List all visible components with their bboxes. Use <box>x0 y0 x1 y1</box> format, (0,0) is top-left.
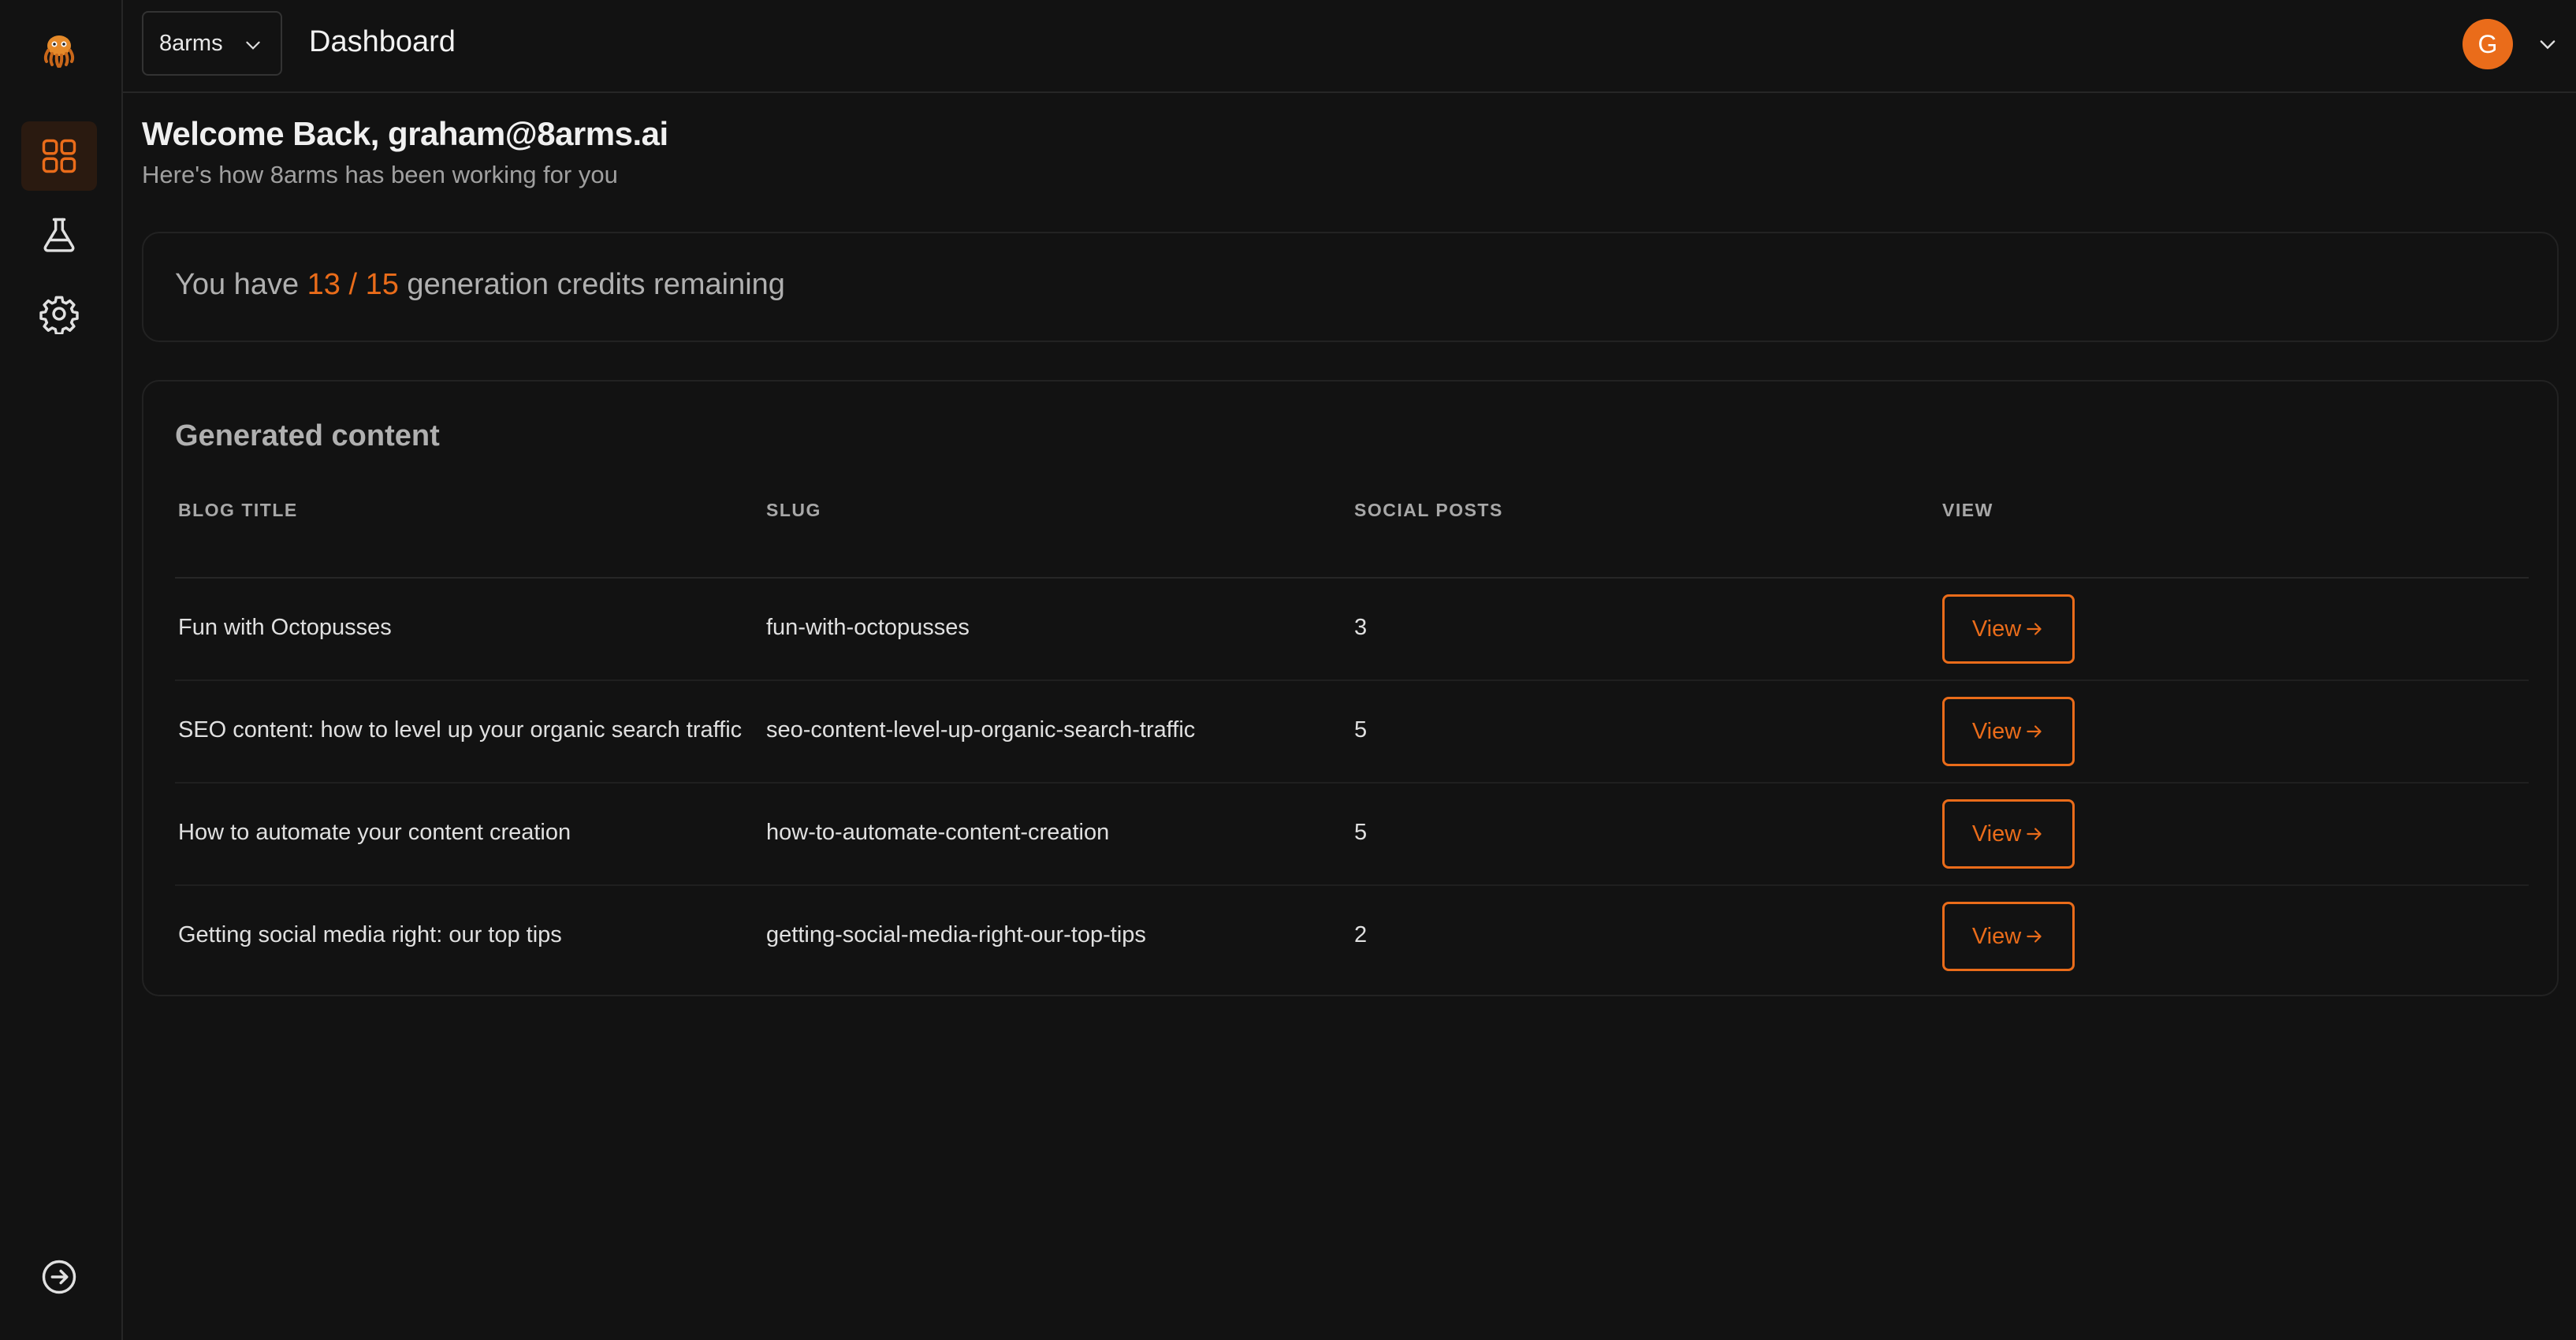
column-header-social-posts: SOCIAL POSTS <box>1354 500 1503 520</box>
cell-blog-title: Getting social media right: our top tips <box>178 922 562 947</box>
chevron-down-icon <box>246 41 260 50</box>
cell-blog-title: SEO content: how to level up your organi… <box>178 717 743 743</box>
flask-icon <box>43 218 75 252</box>
sidebar-item-dashboard[interactable] <box>21 121 97 191</box>
table-row: SEO content: how to level up your organi… <box>175 681 2529 784</box>
credits-card: You have 13 / 15 generation credits rema… <box>142 232 2559 342</box>
view-button-label: View <box>1971 718 2022 744</box>
view-button-label: View <box>1971 616 2022 642</box>
view-button[interactable]: View <box>1942 799 2075 869</box>
octopus-logo-icon[interactable] <box>39 30 79 69</box>
cell-slug: how-to-automate-content-creation <box>766 820 1110 845</box>
logout-icon <box>42 1260 76 1294</box>
cell-blog-title: Fun with Octopusses <box>178 615 392 640</box>
column-header-view: VIEW <box>1942 500 1993 520</box>
credits-count: 13 / 15 <box>307 268 399 301</box>
welcome-subtitle: Here's how 8arms has been working for yo… <box>142 161 618 188</box>
generated-content-card: Generated content BLOG TITLE SLUG SOCIAL… <box>142 380 2559 996</box>
column-header-slug: SLUG <box>766 500 821 520</box>
credits-text: You have 13 / 15 generation credits rema… <box>175 268 785 302</box>
cell-slug: getting-social-media-right-our-top-tips <box>766 922 1146 947</box>
chevron-down-icon[interactable] <box>2537 33 2559 55</box>
arrow-right-icon <box>2027 725 2042 738</box>
credits-prefix: You have <box>175 268 307 301</box>
arrow-right-icon <box>2027 930 2042 943</box>
section-title: Generated content <box>175 419 440 452</box>
arrow-right-icon <box>2027 828 2042 840</box>
table-row: Fun with Octopusses fun-with-octopusses … <box>175 579 2529 681</box>
cell-slug: fun-with-octopusses <box>766 615 970 640</box>
view-button-label: View <box>1971 821 2022 847</box>
column-header-blog-title: BLOG TITLE <box>178 500 298 520</box>
dashboard-grid-icon <box>42 139 76 173</box>
cell-social-posts: 3 <box>1354 615 1368 640</box>
table-header: BLOG TITLE SLUG SOCIAL POSTS VIEW <box>175 500 2529 579</box>
page-title: Dashboard <box>309 25 456 58</box>
gear-icon <box>39 296 79 334</box>
avatar[interactable]: G <box>2462 19 2513 69</box>
credits-suffix: generation credits remaining <box>398 268 785 301</box>
arrow-right-icon <box>2027 623 2042 635</box>
view-button-label: View <box>1971 923 2022 949</box>
table-row: Getting social media right: our top tips… <box>175 886 2529 988</box>
sidebar <box>0 0 123 1340</box>
welcome-heading: Welcome Back, graham@8arms.ai <box>142 115 668 152</box>
sidebar-item-logout[interactable] <box>21 1242 97 1312</box>
table-row: How to automate your content creation ho… <box>175 784 2529 886</box>
cell-social-posts: 5 <box>1354 820 1368 845</box>
cell-slug: seo-content-level-up-organic-search-traf… <box>766 717 1196 743</box>
app-root: 8arms Dashboard G Welcome Back, graham@8… <box>0 0 2576 1340</box>
view-button[interactable]: View <box>1942 902 2075 971</box>
cell-social-posts: 5 <box>1354 717 1368 743</box>
cell-social-posts: 2 <box>1354 922 1368 947</box>
top-header: 8arms Dashboard G <box>123 0 2576 93</box>
sidebar-item-lab[interactable] <box>21 200 97 270</box>
sidebar-item-settings[interactable] <box>21 279 97 348</box>
content-table: BLOG TITLE SLUG SOCIAL POSTS VIEW Fun wi… <box>175 500 2529 988</box>
org-selector-label: 8arms <box>159 30 223 56</box>
view-button[interactable]: View <box>1942 594 2075 664</box>
org-selector[interactable]: 8arms <box>142 11 282 76</box>
view-button[interactable]: View <box>1942 697 2075 766</box>
cell-blog-title: How to automate your content creation <box>178 820 571 845</box>
